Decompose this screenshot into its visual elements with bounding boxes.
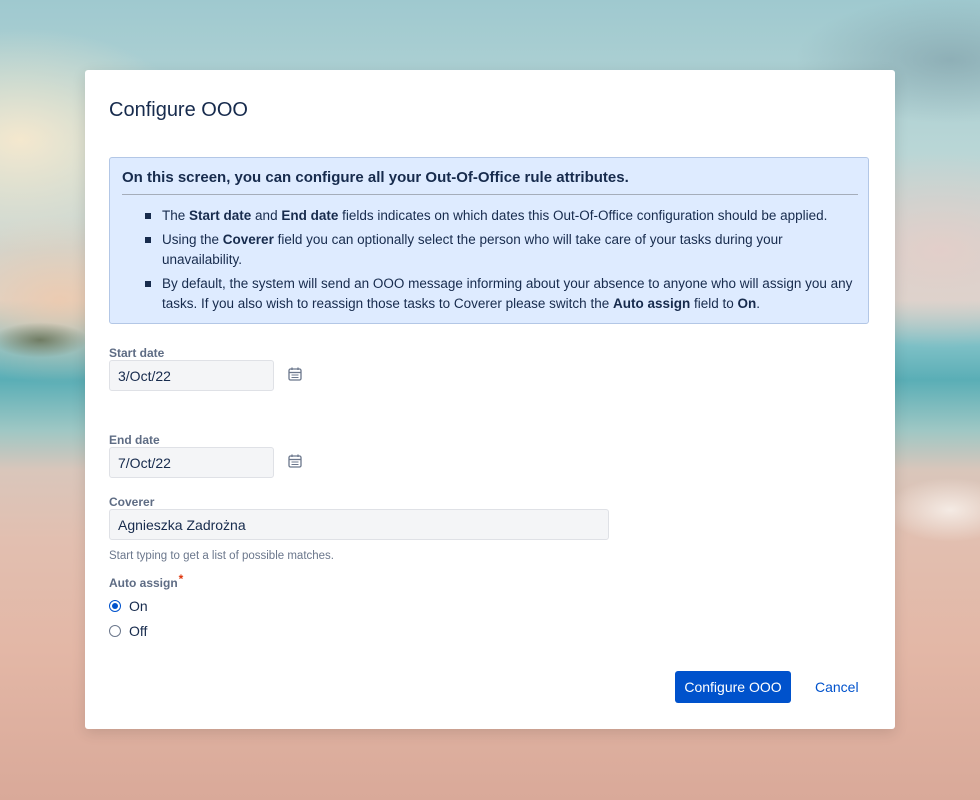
info-list: The Start date and End date fields indic… — [122, 206, 858, 318]
configure-ooo-dialog: Configure OOO On this screen, you can co… — [85, 70, 895, 729]
calendar-icon[interactable] — [287, 366, 303, 382]
calendar-icon[interactable] — [287, 453, 303, 469]
end-date-input[interactable] — [109, 447, 274, 478]
info-bullet-coverer: Using the Coverer field you can optional… — [122, 230, 858, 270]
auto-assign-option-on[interactable]: On — [109, 596, 148, 616]
dialog-title: Configure OOO — [109, 99, 248, 121]
configure-ooo-button[interactable]: Configure OOO — [675, 671, 791, 703]
coverer-input[interactable] — [109, 509, 609, 540]
radio-off-label: Off — [129, 623, 148, 639]
start-date-input[interactable] — [109, 360, 274, 391]
info-panel: On this screen, you can configure all yo… — [109, 157, 869, 324]
auto-assign-option-off[interactable]: Off — [109, 621, 147, 641]
radio-on[interactable] — [109, 600, 121, 612]
bullet-marker — [145, 281, 151, 287]
radio-off[interactable] — [109, 625, 121, 637]
info-heading: On this screen, you can configure all yo… — [122, 169, 629, 186]
cancel-button[interactable]: Cancel — [801, 671, 873, 703]
background-wave-foam — [880, 470, 980, 590]
bullet-marker — [145, 213, 151, 219]
info-bullet-auto-assign: By default, the system will send an OOO … — [122, 274, 858, 314]
radio-on-label: On — [129, 598, 148, 614]
auto-assign-label: Auto assign* — [109, 572, 184, 590]
required-indicator: * — [178, 572, 184, 586]
background-palm-trees — [0, 315, 90, 360]
info-bullet-dates: The Start date and End date fields indic… — [122, 206, 858, 226]
end-date-label: End date — [109, 433, 160, 447]
coverer-label: Coverer — [109, 495, 155, 509]
start-date-label: Start date — [109, 346, 165, 360]
bullet-marker — [145, 237, 151, 243]
coverer-help-text: Start typing to get a list of possible m… — [109, 550, 335, 562]
info-divider — [122, 194, 858, 195]
